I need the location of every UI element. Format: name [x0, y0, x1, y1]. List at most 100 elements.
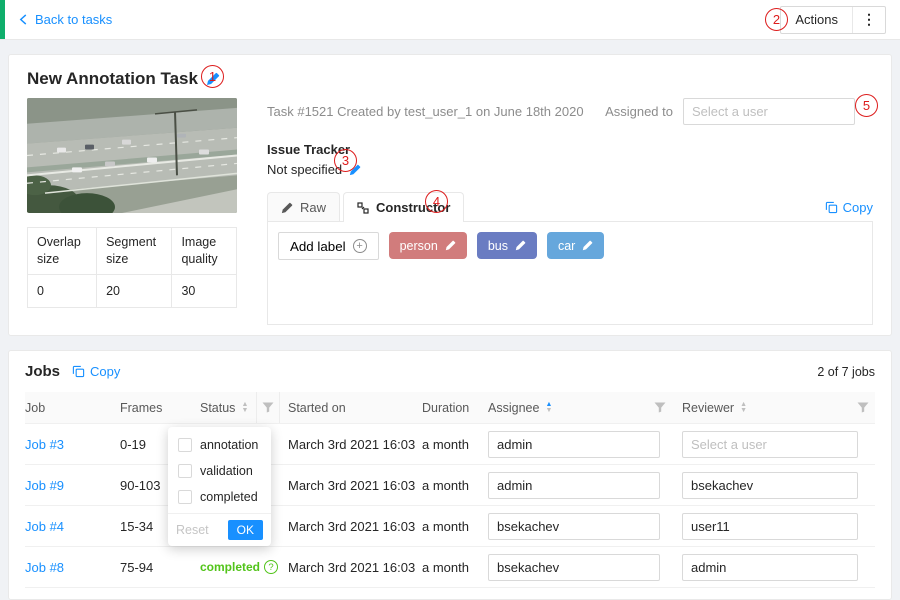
reviewer-cell: [682, 554, 875, 581]
status-filter-dropdown: annotation validation completed Reset OK: [168, 427, 271, 546]
chevron-left-icon: [18, 14, 29, 25]
filter-ok-button[interactable]: OK: [228, 520, 263, 540]
copy-label-text: Copy: [843, 200, 873, 215]
task-details-card: New Annotation Task: [8, 54, 892, 336]
label-tag-bus[interactable]: bus: [477, 232, 537, 259]
copy-jobs-link[interactable]: Copy: [72, 364, 120, 379]
param-value: 30: [172, 274, 237, 307]
back-to-tasks-label: Back to tasks: [35, 12, 112, 27]
started-cell: March 3rd 2021 16:03: [280, 478, 422, 493]
highway-photo-illustration: [27, 98, 237, 213]
checkbox[interactable]: [178, 464, 192, 478]
param-value: 0: [28, 274, 97, 307]
sort-carets[interactable]: ▲ ▼: [241, 402, 248, 414]
reviewer-input[interactable]: [682, 513, 858, 540]
status-filter-trigger[interactable]: [256, 392, 280, 423]
label-tag-text: bus: [488, 239, 508, 253]
table-row: Job #3 0-19 March 3rd 2021 16:03 a month: [25, 424, 875, 465]
tab-raw-label: Raw: [300, 200, 326, 215]
add-label-button[interactable]: Add label +: [278, 232, 379, 260]
column-reviewer[interactable]: Reviewer ▲ ▼: [682, 392, 875, 423]
started-cell: March 3rd 2021 16:03: [280, 437, 422, 452]
more-menu-icon[interactable]: ⋮: [853, 7, 885, 33]
job-link[interactable]: Job #4: [25, 519, 120, 534]
tab-raw[interactable]: Raw: [267, 192, 340, 222]
sort-caret-down-icon[interactable]: ▼: [740, 408, 747, 414]
reviewer-input[interactable]: [682, 554, 858, 581]
filter-funnel-icon[interactable]: [654, 402, 666, 413]
assignee-select-input[interactable]: [683, 98, 855, 125]
jobs-table-header: Job Frames Status ▲ ▼ Started on Duratio…: [25, 392, 875, 424]
callout-5: 5: [855, 94, 878, 117]
copy-icon: [72, 365, 85, 378]
reviewer-cell: [682, 472, 875, 499]
status-text: completed: [200, 560, 260, 574]
filter-option-label: validation: [200, 464, 253, 478]
assignee-input[interactable]: [488, 472, 660, 499]
status-help-icon[interactable]: ?: [264, 560, 278, 574]
pencil-icon: [281, 202, 293, 214]
reviewer-filter-trigger[interactable]: [857, 402, 869, 413]
column-started-on: Started on: [280, 392, 422, 423]
column-assignee[interactable]: Assignee ▲ ▼: [488, 392, 682, 423]
back-to-tasks-link[interactable]: Back to tasks: [18, 12, 112, 27]
add-label-text: Add label: [290, 239, 346, 254]
column-duration: Duration: [422, 392, 488, 423]
filter-funnel-icon[interactable]: [262, 402, 274, 413]
param-header: Segment size: [97, 228, 172, 275]
copy-icon: [825, 201, 838, 214]
sort-caret-down-icon[interactable]: ▼: [545, 408, 552, 414]
column-status-label: Status: [200, 401, 235, 415]
assignee-input[interactable]: [488, 513, 660, 540]
job-link[interactable]: Job #3: [25, 437, 120, 452]
checkbox[interactable]: [178, 438, 192, 452]
sort-caret-down-icon[interactable]: ▼: [241, 408, 248, 414]
actions-button[interactable]: Actions ⋮: [780, 6, 886, 34]
filter-option-validation[interactable]: validation: [168, 458, 271, 484]
column-status[interactable]: Status ▲ ▼: [200, 392, 256, 423]
filter-funnel-icon[interactable]: [857, 402, 869, 413]
status-cell: completed ?: [200, 560, 280, 574]
table-row: Job #8 75-94 completed ? March 3rd 2021 …: [25, 547, 875, 588]
assignee-cell: [488, 513, 682, 540]
filter-option-label: completed: [200, 490, 258, 504]
actions-label: Actions: [781, 7, 852, 33]
filter-reset-button[interactable]: Reset: [176, 523, 209, 537]
edit-label-icon[interactable]: [515, 240, 526, 251]
assignee-input[interactable]: [488, 431, 660, 458]
callout-1: 1: [201, 65, 224, 88]
filter-option-completed[interactable]: completed: [168, 484, 271, 510]
assignee-filter-trigger[interactable]: [654, 402, 666, 413]
left-accent-bar: [0, 0, 5, 39]
filter-option-label: annotation: [200, 438, 258, 452]
edit-label-icon[interactable]: [582, 240, 593, 251]
assignee-cell: [488, 431, 682, 458]
jobs-count: 2 of 7 jobs: [817, 365, 875, 379]
job-link[interactable]: Job #9: [25, 478, 120, 493]
sort-carets[interactable]: ▲ ▼: [740, 402, 747, 414]
callout-3: 3: [334, 149, 357, 172]
filter-option-annotation[interactable]: annotation: [168, 432, 271, 458]
table-row: Job #9 90-103 March 3rd 2021 16:03 a mon…: [25, 465, 875, 506]
column-assignee-label: Assignee: [488, 401, 539, 415]
job-link[interactable]: Job #8: [25, 560, 120, 575]
copy-label-text: Copy: [90, 364, 120, 379]
task-parameters-table: Overlap size Segment size Image quality …: [27, 227, 237, 308]
task-meta-text: Task #1521 Created by test_user_1 on Jun…: [267, 98, 584, 119]
reviewer-cell: [682, 431, 875, 458]
label-tag-person[interactable]: person: [389, 232, 467, 259]
plus-circle-icon: +: [353, 239, 367, 253]
param-header: Overlap size: [28, 228, 97, 275]
copy-labels-link[interactable]: Copy: [825, 200, 873, 222]
reviewer-input[interactable]: [682, 472, 858, 499]
label-tag-car[interactable]: car: [547, 232, 604, 259]
assignee-input[interactable]: [488, 554, 660, 581]
edit-label-icon[interactable]: [445, 240, 456, 251]
sort-carets[interactable]: ▲ ▼: [545, 402, 552, 414]
table-row: Job #4 15-34 March 3rd 2021 16:03 a mont…: [25, 506, 875, 547]
jobs-title: Jobs: [25, 363, 60, 380]
reviewer-input[interactable]: [682, 431, 858, 458]
checkbox[interactable]: [178, 490, 192, 504]
task-preview-image: [27, 98, 237, 213]
started-cell: March 3rd 2021 16:03: [280, 560, 422, 575]
